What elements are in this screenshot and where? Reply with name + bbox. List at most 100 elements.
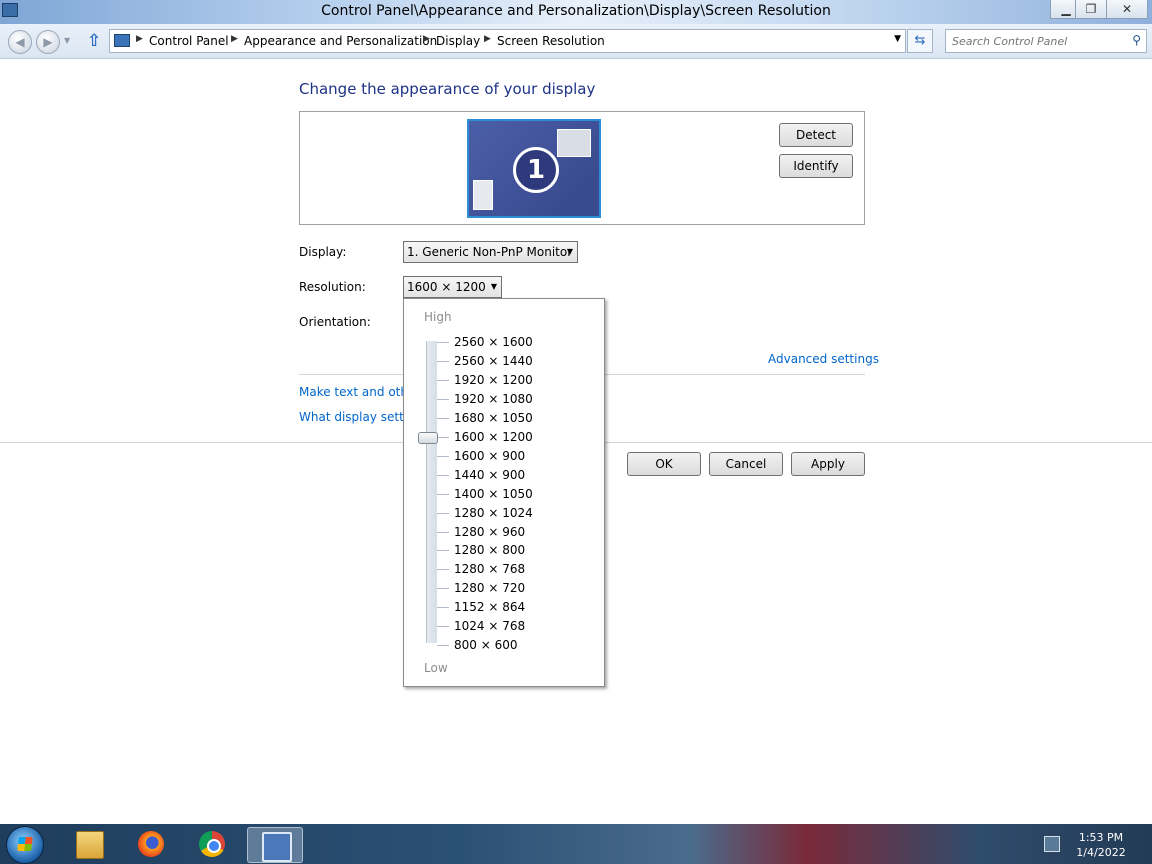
resolution-option[interactable]: 1280 × 960 (454, 525, 525, 539)
identify-button[interactable]: Identify (779, 154, 853, 178)
breadcrumb-separator-icon[interactable]: ▶ (423, 34, 430, 44)
resolution-option[interactable]: 2560 × 1600 (454, 335, 533, 349)
breadcrumb-appearance[interactable]: Appearance and Personalization (244, 34, 437, 48)
resolution-option[interactable]: 2560 × 1440 (454, 354, 533, 368)
taskbar-chrome[interactable] (185, 827, 239, 861)
slider-tick (437, 626, 449, 628)
forward-button[interactable]: ▶ (36, 30, 60, 54)
resolution-slider-track[interactable] (426, 341, 437, 643)
resolution-option[interactable]: 800 × 600 (454, 638, 518, 652)
resolution-slider-thumb[interactable] (418, 431, 438, 444)
refresh-button[interactable]: ⇆ (907, 29, 933, 53)
slider-tick (437, 588, 449, 590)
breadcrumb-separator-icon[interactable]: ▶ (231, 34, 238, 44)
dropdown-arrow-icon: ▼ (490, 282, 497, 291)
monitor-preview-area: 1 Detect Identify (299, 111, 865, 225)
windows-logo-icon (17, 837, 33, 851)
slider-tick (437, 398, 449, 400)
slider-tick (437, 645, 449, 647)
cancel-button[interactable]: Cancel (709, 452, 783, 476)
chrome-icon (199, 831, 225, 857)
window-thumbnail (557, 129, 591, 157)
slider-tick (437, 569, 449, 571)
breadcrumb-screen-resolution[interactable]: Screen Resolution (497, 34, 605, 48)
slider-tick (437, 455, 449, 457)
search-input[interactable] (950, 32, 1124, 50)
dropdown-arrow-icon: ▼ (566, 247, 573, 256)
address-bar[interactable]: ▶ Control Panel ▶ Appearance and Persona… (109, 29, 906, 53)
resolution-option[interactable]: 1280 × 768 (454, 562, 525, 576)
resolution-option[interactable]: 1440 × 900 (454, 468, 525, 482)
low-label: Low (424, 661, 448, 675)
forward-arrow-icon: ▶ (43, 35, 53, 49)
detect-button[interactable]: Detect (779, 123, 853, 147)
clock[interactable]: 1:53 PM 1/4/2022 (1068, 830, 1134, 860)
slider-tick (437, 379, 449, 381)
resolution-option[interactable]: 1920 × 1080 (454, 392, 533, 406)
resolution-option[interactable]: 1024 × 768 (454, 619, 525, 633)
resolution-option[interactable]: 1920 × 1200 (454, 373, 533, 387)
resolution-option[interactable]: 1680 × 1050 (454, 411, 533, 425)
apply-button[interactable]: Apply (791, 452, 865, 476)
resolution-option[interactable]: 1152 × 864 (454, 600, 525, 614)
search-icon[interactable]: ⚲ (1132, 33, 1141, 47)
slider-tick (437, 474, 449, 476)
slider-tick (437, 550, 449, 552)
clock-date: 1/4/2022 (1076, 846, 1126, 859)
resolution-select-value: 1600 × 1200 (407, 280, 486, 294)
monitor-1-tile[interactable]: 1 (467, 119, 601, 218)
slider-tick (437, 342, 449, 343)
resolution-option[interactable]: 1400 × 1050 (454, 487, 533, 501)
title-bar: Control Panel\Appearance and Personaliza… (0, 0, 1152, 24)
restore-icon: ❐ (1085, 2, 1097, 16)
close-icon: ✕ (1121, 2, 1133, 16)
close-button[interactable]: ✕ (1106, 0, 1148, 19)
breadcrumb-display[interactable]: Display (436, 34, 480, 48)
back-arrow-icon: ◀ (15, 35, 25, 49)
taskbar-file-explorer[interactable] (62, 827, 116, 861)
navigation-bar: ◀ ▶ ▼ ⇧ ▶ Control Panel ▶ Appearance and… (0, 24, 1152, 59)
resolution-option[interactable]: 1600 × 1200 (454, 430, 533, 444)
window-thumbnail (473, 180, 493, 210)
recent-pages-chevron-icon[interactable]: ▼ (64, 36, 70, 45)
taskbar-display-settings[interactable] (247, 827, 303, 863)
start-button[interactable] (6, 826, 44, 864)
display-select[interactable]: 1. Generic Non-PnP Monitor ▼ (403, 241, 578, 263)
clock-time: 1:53 PM (1078, 831, 1124, 844)
minimize-icon: ▁ (1061, 2, 1071, 16)
search-box[interactable]: ⚲ (945, 29, 1147, 53)
breadcrumb-control-panel[interactable]: Control Panel (149, 34, 229, 48)
slider-tick (437, 360, 449, 362)
up-arrow-icon[interactable]: ⇧ (87, 31, 101, 51)
refresh-icon: ⇆ (914, 33, 926, 48)
resolution-option[interactable]: 1600 × 900 (454, 449, 525, 463)
slider-tick (437, 417, 449, 419)
computer-icon (114, 34, 130, 47)
orientation-label: Orientation: (299, 315, 371, 329)
display-settings-icon (262, 832, 292, 862)
back-button[interactable]: ◀ (8, 30, 32, 54)
ok-button[interactable]: OK (627, 452, 701, 476)
page-title: Change the appearance of your display (299, 80, 596, 98)
breadcrumb-separator-icon[interactable]: ▶ (484, 34, 491, 44)
resolution-select[interactable]: 1600 × 1200 ▼ (403, 276, 502, 298)
resolution-option[interactable]: 1280 × 720 (454, 581, 525, 595)
taskbar: 1:53 PM 1/4/2022 (0, 824, 1152, 864)
resolution-option[interactable]: 1280 × 800 (454, 543, 525, 557)
restore-button[interactable]: ❐ (1075, 0, 1107, 19)
breadcrumb-separator-icon[interactable]: ▶ (136, 34, 143, 44)
address-dropdown-icon[interactable]: ▼ (894, 34, 901, 44)
folder-icon (76, 831, 104, 859)
advanced-settings-link[interactable]: Advanced settings (768, 352, 879, 366)
resolution-label: Resolution: (299, 280, 366, 294)
display-label: Display: (299, 245, 347, 259)
monitor-number: 1 (513, 147, 559, 193)
resolution-option[interactable]: 1280 × 1024 (454, 506, 533, 520)
firefox-icon (138, 831, 164, 857)
taskbar-firefox[interactable] (124, 827, 178, 861)
slider-tick (437, 531, 449, 533)
slider-tick (437, 493, 449, 495)
display-select-value: 1. Generic Non-PnP Monitor (407, 245, 573, 259)
slider-tick (437, 607, 449, 609)
network-icon[interactable] (1044, 836, 1060, 852)
